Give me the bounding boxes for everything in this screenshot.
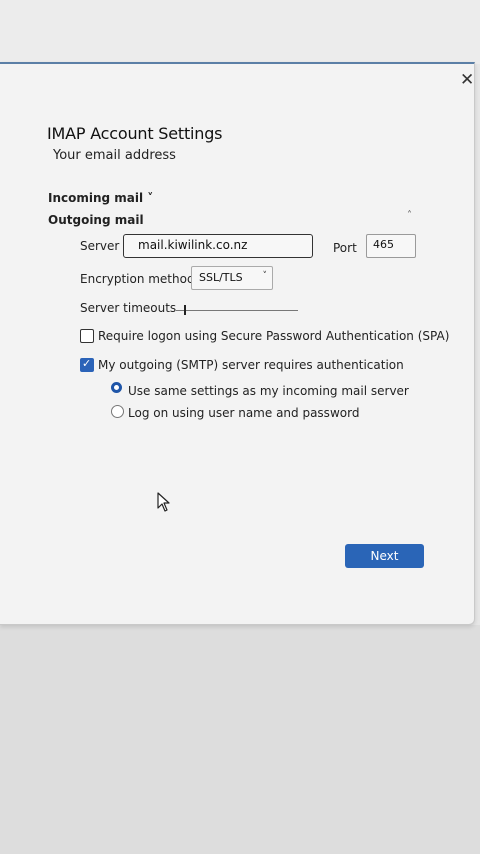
radio-logon-credentials[interactable]	[111, 405, 124, 418]
background-top	[0, 0, 480, 64]
server-value: mail.kiwilink.co.nz	[138, 238, 248, 252]
encryption-method-value: SSL/TLS	[199, 271, 243, 284]
encryption-method-label: Encryption method	[80, 272, 195, 286]
email-subtitle: Your email address	[53, 148, 176, 163]
mouse-pointer-icon	[157, 492, 171, 516]
slider-thumb[interactable]	[184, 305, 186, 315]
close-icon[interactable]: ✕	[460, 72, 474, 89]
next-button-label: Next	[370, 549, 399, 563]
smtp-auth-checkbox[interactable]: ✓	[80, 357, 94, 372]
background-bottom	[0, 625, 480, 854]
spa-checkbox[interactable]	[80, 329, 94, 343]
encryption-method-select[interactable]: SSL/TLS ˅	[191, 266, 273, 290]
radio-same-settings-label[interactable]: Use same settings as my incoming mail se…	[128, 384, 409, 398]
imap-settings-dialog: ✕ IMAP Account Settings Your email addre…	[0, 62, 475, 625]
radio-same-settings[interactable]	[111, 382, 122, 393]
slider-track	[176, 310, 298, 311]
chevron-up-icon[interactable]: ˄	[407, 210, 412, 221]
server-label: Server	[80, 239, 120, 253]
port-label: Port	[333, 241, 357, 255]
server-input[interactable]: mail.kiwilink.co.nz	[123, 234, 313, 258]
server-timeouts-slider[interactable]	[176, 304, 298, 316]
chevron-down-icon: ˅	[262, 271, 268, 281]
radio-logon-credentials-label[interactable]: Log on using user name and password	[128, 406, 359, 420]
outgoing-mail-section-header[interactable]: Outgoing mail	[48, 213, 144, 227]
incoming-mail-section-toggle[interactable]: Incoming mail ˅	[48, 191, 153, 205]
next-button[interactable]: Next	[345, 544, 424, 568]
server-timeouts-label: Server timeouts	[80, 301, 177, 315]
port-input[interactable]: 465	[366, 234, 416, 258]
checkmark-icon: ✓	[82, 357, 92, 370]
spa-checkbox-label[interactable]: Require logon using Secure Password Auth…	[98, 329, 449, 343]
smtp-auth-checkbox-label[interactable]: My outgoing (SMTP) server requires authe…	[98, 358, 404, 372]
dialog-title: IMAP Account Settings	[47, 124, 223, 143]
port-value: 465	[373, 238, 394, 251]
